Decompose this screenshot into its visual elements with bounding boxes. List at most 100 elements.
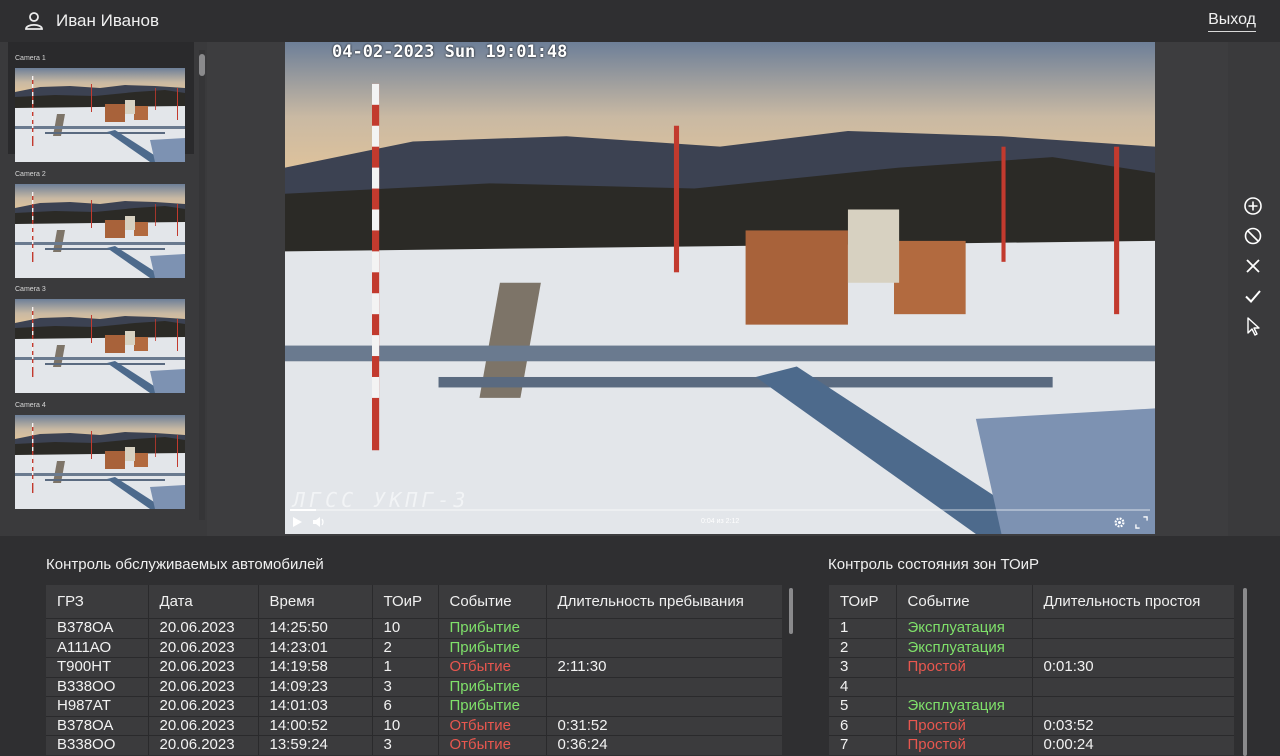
table-row[interactable]: 3 Простой 0:01:30 (829, 657, 1234, 677)
table-row[interactable]: 4 (829, 676, 1234, 697)
date-cell: 20.06.2023 (148, 715, 259, 736)
zone-cell: 6 (829, 715, 897, 736)
camera-thumbnail (15, 184, 185, 278)
camera-label: Camera 4 (15, 402, 46, 409)
zones-panel-title: Контроль состояния зон ТОиР (828, 556, 1039, 573)
time-cell: 14:25:50 (258, 618, 373, 638)
video-progress-bar[interactable] (290, 509, 1150, 511)
table-row[interactable]: В378ОА 20.06.2023 14:25:50 10 Прибытие (46, 618, 782, 638)
duration-cell: 0:31:52 (546, 715, 782, 736)
table-header-row: ГРЗ Дата Время ТОиР Событие Длительность… (46, 585, 782, 619)
settings-gear-icon[interactable] (1113, 516, 1126, 529)
camera-item-2[interactable]: Camera 2 (8, 158, 194, 278)
video-progress-fill (290, 509, 316, 511)
vehicles-table-scrollbar[interactable] (789, 588, 793, 634)
column-header[interactable]: ТОиР (372, 585, 439, 619)
table-row[interactable]: 1 Эксплуатация (829, 618, 1234, 638)
camera-list-scrollbar[interactable] (199, 50, 205, 520)
camera-item-3[interactable]: Camera 3 (8, 273, 194, 393)
event-cell: Простой (896, 657, 1033, 677)
table-row[interactable]: В338ОО 20.06.2023 13:59:24 3 Отбытие 0:3… (46, 735, 782, 755)
volume-icon[interactable] (312, 516, 326, 528)
vehicles-table: ГРЗ Дата Время ТОиР Событие Длительность… (46, 585, 782, 755)
column-header[interactable]: Событие (896, 585, 1033, 619)
table-row[interactable]: 2 Эксплуатация (829, 637, 1234, 658)
camera-list: Camera 1 Camera 2 Camera 3 Camera 4 (0, 42, 207, 536)
camera-thumbnail (15, 299, 185, 393)
date-cell: 20.06.2023 (148, 637, 259, 658)
table-row[interactable]: А111АО 20.06.2023 14:23:01 2 Прибытие (46, 637, 782, 658)
column-header[interactable]: ГРЗ (46, 585, 149, 619)
column-header[interactable]: Событие (438, 585, 547, 619)
check-icon[interactable] (1242, 285, 1264, 307)
duration-cell: 0:01:30 (1032, 657, 1234, 677)
camera-item-1[interactable]: Camera 1 (8, 42, 194, 162)
event-cell: Прибытие (438, 618, 547, 638)
app-header: Иван Иванов Выход (0, 0, 1280, 42)
duration-cell (546, 637, 782, 658)
event-cell: Прибытие (438, 637, 547, 658)
zone-cell: 7 (829, 735, 897, 755)
duration-cell (1032, 618, 1234, 638)
zone-cell: 10 (372, 618, 439, 638)
event-cell: Эксплуатация (896, 618, 1033, 638)
event-cell: Эксплуатация (896, 637, 1033, 658)
close-icon[interactable] (1242, 255, 1264, 277)
cursor-icon[interactable] (1242, 315, 1264, 337)
plate-cell: Н987АТ (46, 696, 149, 716)
user-icon (25, 12, 43, 30)
video-player[interactable] (285, 42, 1155, 534)
zone-cell: 3 (829, 657, 897, 677)
camera-label: Camera 3 (15, 286, 46, 293)
logout-link[interactable]: Выход (1208, 11, 1256, 32)
duration-cell (1032, 676, 1234, 697)
play-icon[interactable] (291, 516, 303, 528)
duration-cell: 0:03:52 (1032, 715, 1234, 736)
time-cell: 14:01:03 (258, 696, 373, 716)
camera-list-scroll-thumb[interactable] (199, 54, 205, 76)
zone-cell: 1 (829, 618, 897, 638)
event-cell (896, 676, 1033, 697)
column-header[interactable]: Длительность пребывания (546, 585, 782, 619)
camera-item-4[interactable]: Camera 4 (8, 389, 194, 509)
column-header[interactable]: Длительность простоя (1032, 585, 1234, 619)
duration-cell: 2:11:30 (546, 657, 782, 677)
video-frame (285, 42, 1155, 534)
table-row[interactable]: Н987АТ 20.06.2023 14:01:03 6 Прибытие (46, 696, 782, 716)
table-row[interactable]: Т900НТ 20.06.2023 14:19:58 1 Отбытие 2:1… (46, 657, 782, 677)
zone-cell: 10 (372, 715, 439, 736)
zone-cell: 5 (829, 696, 897, 716)
event-cell: Прибытие (438, 676, 547, 697)
plate-cell: В338ОО (46, 676, 149, 697)
add-circle-icon[interactable] (1242, 195, 1264, 217)
zones-table-scrollbar[interactable] (1243, 588, 1247, 756)
zone-cell: 2 (372, 637, 439, 658)
table-row[interactable]: В378ОА 20.06.2023 14:00:52 10 Отбытие 0:… (46, 715, 782, 736)
video-time-display: 0:04 из 2:12 (701, 518, 740, 525)
zone-cell: 2 (829, 637, 897, 658)
plate-cell: В338ОО (46, 735, 149, 755)
plate-cell: А111АО (46, 637, 149, 658)
event-cell: Отбытие (438, 715, 547, 736)
zone-cell: 1 (372, 657, 439, 677)
table-row[interactable]: 7 Простой 0:00:24 (829, 735, 1234, 755)
disable-icon[interactable] (1242, 225, 1264, 247)
event-cell: Простой (896, 715, 1033, 736)
time-cell: 14:00:52 (258, 715, 373, 736)
time-cell: 14:23:01 (258, 637, 373, 658)
camera-thumbnail (15, 415, 185, 509)
table-row[interactable]: 5 Эксплуатация (829, 696, 1234, 716)
table-row[interactable]: В338ОО 20.06.2023 14:09:23 3 Прибытие (46, 676, 782, 697)
column-header[interactable]: ТОиР (829, 585, 897, 619)
date-cell: 20.06.2023 (148, 696, 259, 716)
event-cell: Простой (896, 735, 1033, 755)
vehicles-panel-title: Контроль обслуживаемых автомобилей (46, 556, 324, 573)
table-row[interactable]: 6 Простой 0:03:52 (829, 715, 1234, 736)
fullscreen-icon[interactable] (1135, 516, 1148, 529)
camera-label: Camera 2 (15, 171, 46, 178)
event-cell: Отбытие (438, 735, 547, 755)
column-header[interactable]: Время (258, 585, 373, 619)
column-header[interactable]: Дата (148, 585, 259, 619)
camera-thumbnail (15, 68, 185, 162)
duration-cell (546, 696, 782, 716)
